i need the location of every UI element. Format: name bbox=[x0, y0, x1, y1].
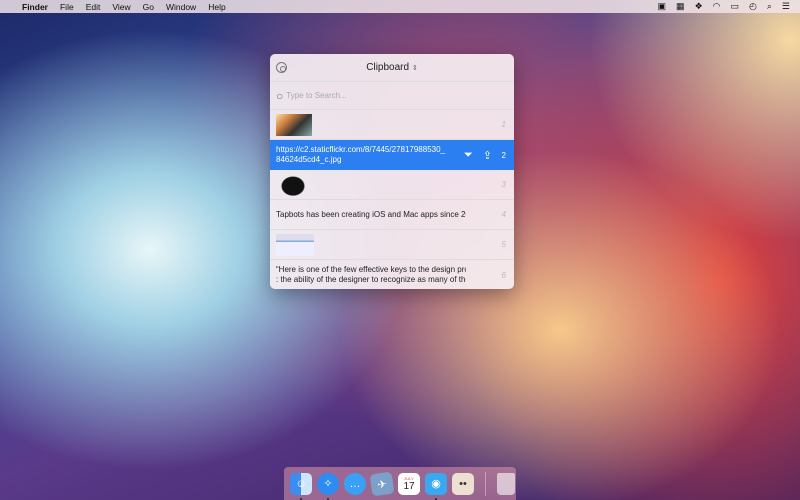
tshirt-image-thumbnail bbox=[276, 173, 310, 196]
clock-icon[interactable]: ◴ bbox=[749, 1, 757, 12]
clip-row-selected[interactable]: https://c2.staticflickr.com/8/7445/27817… bbox=[270, 140, 514, 170]
menu-view[interactable]: View bbox=[112, 2, 130, 12]
clipboard-panel: Clipboard ⇕ ○ Type to Search... 1 https:… bbox=[270, 54, 514, 289]
row-number: 4 bbox=[501, 210, 506, 219]
dock-preview-icon[interactable]: ✈ bbox=[369, 471, 395, 496]
row-number: 1 bbox=[501, 120, 506, 129]
panel-header: Clipboard ⇕ bbox=[270, 54, 514, 82]
list-icon[interactable]: ☰ bbox=[782, 1, 790, 12]
row-number: 5 bbox=[501, 240, 506, 249]
menu-window[interactable]: Window bbox=[166, 2, 196, 12]
dock-messages-icon[interactable]: … bbox=[344, 472, 366, 495]
search-field[interactable]: ○ Type to Search... bbox=[270, 82, 514, 110]
wifi-icon[interactable]: ◠ bbox=[713, 1, 721, 12]
dock-finder-icon[interactable]: ☺ bbox=[290, 472, 312, 500]
menu-bar: Finder File Edit View Go Window Help ▣ ▦… bbox=[0, 0, 800, 13]
row-number: 3 bbox=[501, 180, 506, 189]
search-icon[interactable]: ⌕ bbox=[767, 1, 772, 12]
menu-edit[interactable]: Edit bbox=[86, 2, 101, 12]
share-icon[interactable]: ⇪ bbox=[483, 149, 492, 162]
dock-calendar-icon[interactable]: JULY 17 bbox=[398, 472, 420, 495]
dock-tweetbot-icon[interactable]: ◉ bbox=[425, 472, 447, 500]
clip-row[interactable]: 3 bbox=[270, 170, 514, 200]
dock-pastebot-icon[interactable]: •• bbox=[452, 472, 474, 495]
screenshot-thumbnail bbox=[276, 233, 314, 256]
row-number: 2 bbox=[501, 150, 506, 160]
dock-safari-icon[interactable]: ✧ bbox=[317, 472, 339, 500]
dock-separator bbox=[485, 471, 486, 496]
dock-trash-icon[interactable] bbox=[497, 472, 515, 495]
clip-row[interactable]: 5 bbox=[270, 230, 514, 260]
clip-text: Tapbots has been creating iOS and Mac ap… bbox=[276, 209, 466, 219]
filter-icon[interactable]: ⏷ bbox=[464, 149, 473, 162]
clip-text: “Here is one of the few effective keys t… bbox=[276, 265, 466, 284]
search-input[interactable]: Type to Search... bbox=[286, 91, 346, 100]
panel-title: Clipboard bbox=[366, 62, 410, 73]
car-image-thumbnail bbox=[276, 113, 312, 136]
menu-help[interactable]: Help bbox=[208, 2, 225, 12]
clip-text: https://c2.staticflickr.com/8/7445/27817… bbox=[276, 145, 445, 164]
search-icon: ○ bbox=[276, 88, 284, 103]
clip-row[interactable]: Tapbots has been creating iOS and Mac ap… bbox=[270, 200, 514, 230]
menu-file[interactable]: File bbox=[60, 2, 74, 12]
dock: ☺ ✧ … ✈ JULY 17 ◉ •• bbox=[284, 467, 516, 500]
menu-finder[interactable]: Finder bbox=[22, 2, 48, 12]
battery-icon[interactable]: ▭ bbox=[731, 1, 740, 12]
notes-icon[interactable]: ▣ bbox=[658, 1, 667, 12]
clip-row[interactable]: 1 bbox=[270, 110, 514, 140]
settings-gear-icon[interactable] bbox=[276, 62, 287, 73]
dropbox-icon[interactable]: ❖ bbox=[695, 1, 703, 12]
clip-row[interactable]: “Here is one of the few effective keys t… bbox=[270, 260, 514, 289]
menu-go[interactable]: Go bbox=[143, 2, 154, 12]
clipboard-title-dropdown[interactable]: Clipboard ⇕ bbox=[366, 62, 417, 73]
chevron-updown-icon: ⇕ bbox=[411, 65, 418, 72]
app-icon[interactable]: ▦ bbox=[676, 1, 685, 12]
row-number: 6 bbox=[501, 270, 506, 280]
